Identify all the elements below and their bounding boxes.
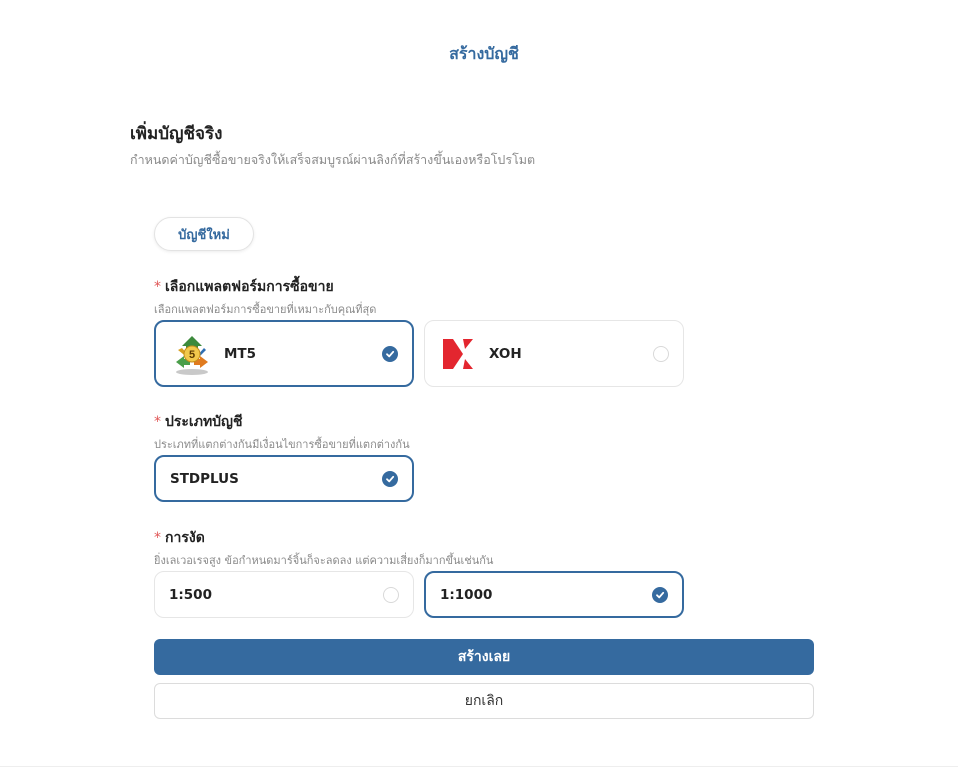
create-now-button[interactable]: สร้างเลย — [154, 639, 814, 675]
bottom-divider — [0, 766, 958, 767]
form-subheading: กำหนดค่าบัญชีซื้อขายจริงให้เสร็จสมบูรณ์ผ… — [130, 152, 536, 167]
account-type-section-label: * ประเภทบัญชี — [154, 411, 243, 433]
svg-text:5: 5 — [189, 349, 195, 361]
radio-unselected-icon — [653, 345, 669, 362]
check-icon — [652, 586, 668, 603]
required-mark: * — [154, 530, 161, 546]
tab-new-account[interactable]: บัญชีใหม่ — [154, 217, 254, 251]
platform-option-xoh[interactable]: XOH — [424, 320, 684, 387]
platform-option-mt5[interactable]: 5 MT5 — [154, 320, 414, 387]
form-heading: เพิ่มบัญชีจริง — [130, 124, 223, 144]
page-title: สร้างบัญชี — [449, 44, 519, 63]
leverage-hint: ยิ่งเลเวอเรจสูง ข้อกำหนดมาร์จิ้นก็จะลดลง… — [154, 554, 494, 567]
leverage-label-text: การงัด — [165, 530, 205, 546]
leverage-option-label: 1:1000 — [440, 586, 493, 603]
platform-section-label: * เลือกแพลตฟอร์มการซื้อขาย — [154, 276, 334, 298]
platform-option-label: XOH — [489, 345, 522, 362]
platform-option-label: MT5 — [224, 345, 257, 362]
account-type-hint: ประเภทที่แตกต่างกันมีเงื่อนไขการซื้อขายท… — [154, 438, 410, 451]
leverage-option-1-500[interactable]: 1:500 — [154, 571, 414, 618]
check-icon — [382, 470, 398, 487]
account-type-option-label: STDPLUS — [170, 470, 239, 487]
account-type-option-stdplus[interactable]: STDPLUS — [154, 455, 414, 502]
mt5-logo-icon: 5 — [176, 335, 208, 375]
leverage-option-1-1000[interactable]: 1:1000 — [424, 571, 684, 618]
radio-unselected-icon — [383, 586, 399, 603]
required-mark: * — [154, 279, 161, 295]
xoh-logo-icon — [443, 338, 473, 369]
check-icon — [382, 345, 398, 362]
platform-hint: เลือกแพลตฟอร์มการซื้อขายที่เหมาะกับคุณที… — [154, 303, 377, 316]
required-mark: * — [154, 414, 161, 430]
leverage-option-label: 1:500 — [169, 586, 212, 603]
cancel-button[interactable]: ยกเลิก — [154, 683, 814, 719]
account-type-label-text: ประเภทบัญชี — [165, 414, 243, 430]
leverage-section-label: * การงัด — [154, 527, 205, 549]
platform-label-text: เลือกแพลตฟอร์มการซื้อขาย — [165, 279, 334, 295]
